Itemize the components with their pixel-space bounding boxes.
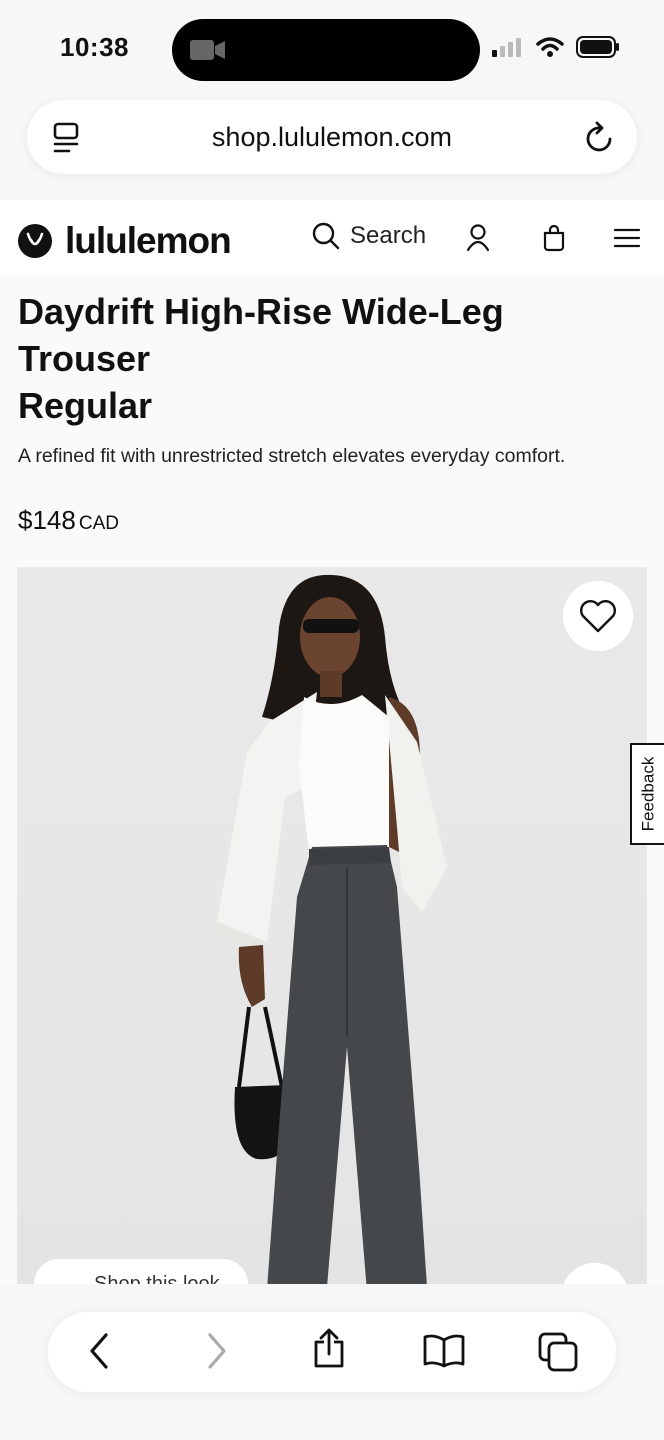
browser-bottom-bar — [0, 1284, 664, 1440]
wishlist-button[interactable] — [563, 581, 633, 651]
browser-toolbar — [48, 1312, 616, 1392]
feedback-tab[interactable]: Feedback — [630, 743, 664, 845]
url-text[interactable]: shop.lululemon.com — [27, 122, 637, 153]
lululemon-logo-icon — [18, 224, 52, 258]
signal-icon — [492, 38, 521, 57]
search-icon — [312, 222, 340, 250]
reload-icon[interactable] — [585, 120, 615, 154]
product-price: $148 CAD — [18, 505, 119, 536]
tabs-icon[interactable] — [538, 1332, 578, 1372]
forward-icon[interactable] — [206, 1332, 228, 1370]
product-title: Daydrift High-Rise Wide-Leg Trouser Regu… — [18, 288, 578, 429]
product-title-line-2: Trouser — [18, 338, 151, 379]
share-icon[interactable] — [312, 1328, 346, 1370]
back-icon[interactable] — [88, 1332, 110, 1370]
wifi-icon — [536, 37, 564, 57]
bookmarks-icon[interactable] — [422, 1332, 466, 1368]
product-photo — [212, 574, 447, 1286]
url-bar[interactable]: shop.lululemon.com — [27, 100, 637, 174]
account-icon[interactable] — [466, 224, 490, 252]
price-currency: CAD — [78, 513, 119, 534]
dynamic-island — [172, 19, 480, 81]
feedback-label: Feedback — [638, 756, 658, 832]
brand-name: lululemon — [65, 220, 232, 261]
shop-this-look-button[interactable]: Shop this look — [34, 1259, 248, 1286]
camera-icon — [190, 40, 225, 60]
brand-logo[interactable]: lululemon — [18, 220, 232, 262]
status-bar: 10:38 — [0, 0, 664, 96]
search-label: Search — [350, 222, 427, 249]
battery-icon — [576, 36, 619, 58]
heart-icon — [580, 600, 616, 633]
menu-icon[interactable] — [614, 228, 640, 248]
search-button[interactable]: Search — [312, 222, 426, 250]
product-image[interactable]: Shop this look — [17, 567, 647, 1286]
product-description: A refined fit with unrestricted stretch … — [18, 445, 566, 467]
price-amount: $148 — [18, 505, 76, 535]
bag-icon[interactable] — [542, 224, 566, 252]
product-fit: Regular — [18, 385, 153, 426]
site-header: lululemon Search — [0, 200, 664, 276]
status-time: 10:38 — [60, 32, 129, 62]
product-content: Daydrift High-Rise Wide-Leg Trouser Regu… — [0, 276, 664, 1286]
product-title-line-1: Daydrift High-Rise Wide-Leg — [18, 291, 504, 332]
